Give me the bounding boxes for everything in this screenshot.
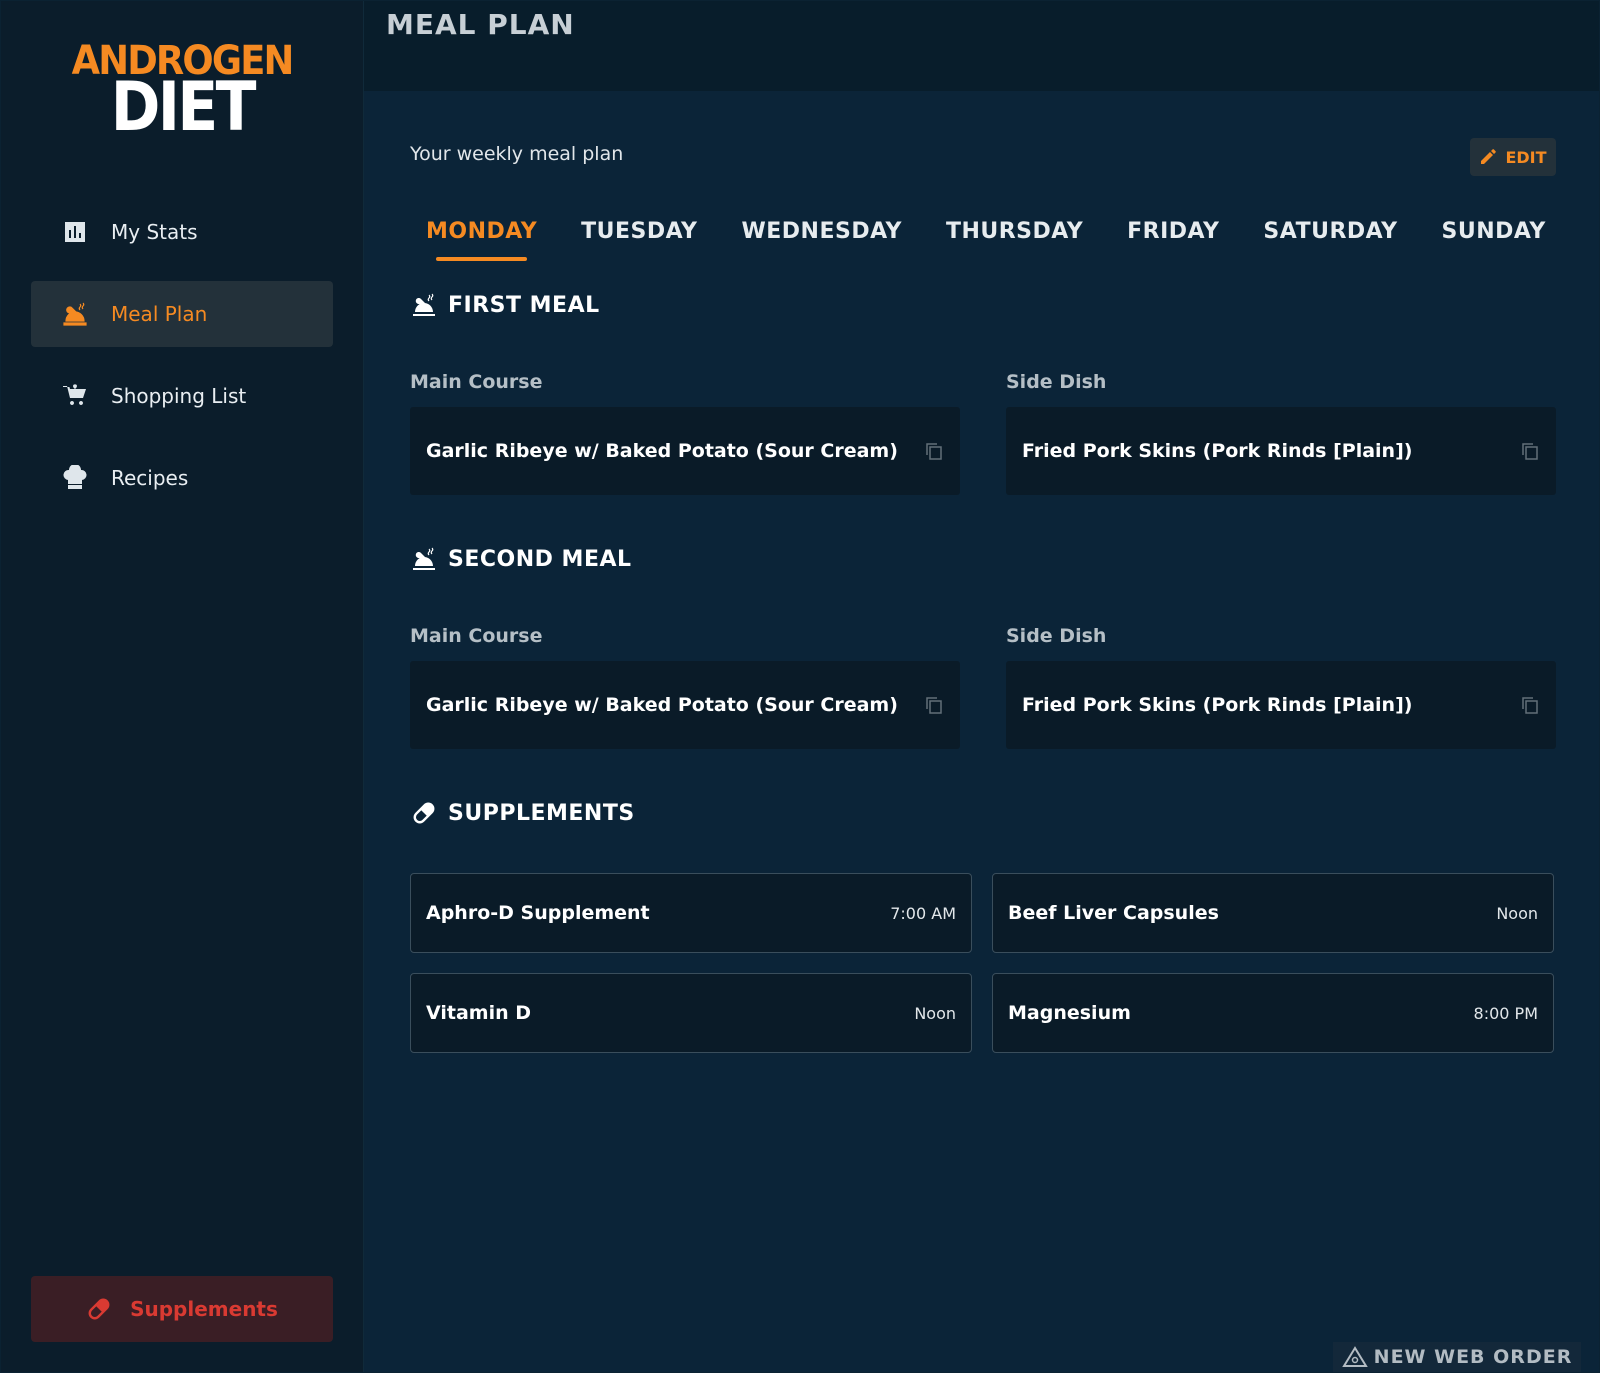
supplement-time: 8:00 PM (1473, 1003, 1538, 1023)
side-dish-name: Fried Pork Skins (Pork Rinds [Plain]) (1022, 694, 1413, 716)
main-course-box[interactable]: Garlic Ribeye w/ Baked Potato (Sour Crea… (410, 407, 960, 495)
sidebar-item-label: My Stats (111, 220, 198, 244)
section-title-label: SECOND MEAL (448, 546, 632, 572)
tab-friday[interactable]: FRIDAY (1127, 211, 1219, 281)
supplement-name: Aphro-D Supplement (426, 902, 650, 924)
section-title: FIRST MEAL (410, 291, 1556, 319)
tab-tuesday[interactable]: TUESDAY (581, 211, 697, 281)
supplements-button-label: Supplements (130, 1297, 278, 1321)
first-meal-section: FIRST MEAL Main Course Garlic Ribeye w/ … (410, 291, 1556, 495)
tab-wednesday[interactable]: WEDNESDAY (741, 211, 901, 281)
chart-icon (61, 218, 89, 246)
pill-icon (88, 1298, 110, 1320)
supplement-name: Magnesium (1008, 1002, 1131, 1024)
watermark: NEW WEB ORDER (1333, 1342, 1581, 1372)
section-title-label: FIRST MEAL (448, 292, 600, 318)
supplement-card[interactable]: Vitamin D Noon (410, 973, 972, 1053)
side-dish-label: Side Dish (1006, 371, 1107, 393)
side-dish-box[interactable]: Fried Pork Skins (Pork Rinds [Plain]) (1006, 407, 1556, 495)
copy-icon[interactable] (1520, 441, 1540, 461)
page-header: MEAL PLAN (364, 1, 1599, 91)
sidebar-item-meal-plan[interactable]: Meal Plan (31, 281, 333, 347)
copy-icon[interactable] (1520, 695, 1540, 715)
sidebar-item-label: Meal Plan (111, 302, 208, 326)
edit-button-label: EDIT (1505, 147, 1547, 167)
main-course-column: Main Course Garlic Ribeye w/ Baked Potat… (410, 625, 960, 749)
meal-grid: Main Course Garlic Ribeye w/ Baked Potat… (410, 371, 1556, 495)
side-dish-box[interactable]: Fried Pork Skins (Pork Rinds [Plain]) (1006, 661, 1556, 749)
side-dish-label: Side Dish (1006, 625, 1107, 647)
side-dish-column: Side Dish Fried Pork Skins (Pork Rinds [… (1006, 371, 1556, 495)
meal-plan-panel: Your weekly meal plan EDIT MONDAY TUESDA… (410, 91, 1556, 1053)
main-course-label: Main Course (410, 371, 543, 393)
logo-line-2: DIET (110, 68, 257, 147)
copy-icon[interactable] (924, 441, 944, 461)
meal-grid: Main Course Garlic Ribeye w/ Baked Potat… (410, 625, 1556, 749)
plan-subtitle: Your weekly meal plan (410, 143, 624, 165)
edit-button[interactable]: EDIT (1470, 138, 1556, 176)
sidebar-nav: My Stats Meal Plan Shopping List Recipes (31, 199, 333, 527)
sidebar-item-my-stats[interactable]: My Stats (31, 199, 333, 265)
sidebar-item-recipes[interactable]: Recipes (31, 445, 333, 511)
page-title: MEAL PLAN (386, 7, 575, 41)
sidebar-item-label: Shopping List (111, 384, 247, 408)
supplement-time: Noon (914, 1003, 956, 1023)
side-dish-name: Fried Pork Skins (Pork Rinds [Plain]) (1022, 440, 1413, 462)
triangle-logo-icon (1341, 1346, 1368, 1367)
cart-icon (61, 382, 89, 410)
pencil-icon (1481, 149, 1497, 164)
brand-logo[interactable]: ANDROGEN DIET (1, 41, 364, 147)
day-tabs: MONDAY TUESDAY WEDNESDAY THURSDAY FRIDAY… (426, 211, 1556, 281)
tab-monday[interactable]: MONDAY (426, 211, 537, 281)
turkey-icon (410, 545, 438, 573)
turkey-icon (61, 300, 89, 328)
supplement-name: Beef Liver Capsules (1008, 902, 1219, 924)
supplement-time: 7:00 AM (890, 903, 956, 923)
turkey-icon (410, 291, 438, 319)
supplement-card[interactable]: Magnesium 8:00 PM (992, 973, 1554, 1053)
tab-saturday[interactable]: SATURDAY (1263, 211, 1397, 281)
watermark-text: NEW WEB ORDER (1373, 1346, 1573, 1368)
side-dish-column: Side Dish Fried Pork Skins (Pork Rinds [… (1006, 625, 1556, 749)
app-window: ANDROGEN DIET My Stats Meal Plan Shoppin… (1, 1, 1599, 1372)
section-title-label: SUPPLEMENTS (448, 800, 635, 826)
section-title: SUPPLEMENTS (410, 799, 1556, 827)
supplements-button[interactable]: Supplements (31, 1276, 333, 1342)
section-title: SECOND MEAL (410, 545, 1556, 573)
copy-icon[interactable] (924, 695, 944, 715)
tab-sunday[interactable]: SUNDAY (1442, 211, 1546, 281)
sidebar: ANDROGEN DIET My Stats Meal Plan Shoppin… (1, 1, 364, 1372)
main-content: MEAL PLAN Your weekly meal plan EDIT MON… (364, 1, 1599, 1372)
main-course-name: Garlic Ribeye w/ Baked Potato (Sour Crea… (426, 440, 898, 462)
chef-hat-icon (61, 464, 89, 492)
second-meal-section: SECOND MEAL Main Course Garlic Ribeye w/… (410, 545, 1556, 749)
main-course-column: Main Course Garlic Ribeye w/ Baked Potat… (410, 371, 960, 495)
pill-icon (410, 799, 438, 827)
supplement-card[interactable]: Beef Liver Capsules Noon (992, 873, 1554, 953)
subtitle-row: Your weekly meal plan EDIT (410, 91, 1556, 211)
supplement-time: Noon (1496, 903, 1538, 923)
sidebar-item-shopping-list[interactable]: Shopping List (31, 363, 333, 429)
supplements-grid: Aphro-D Supplement 7:00 AM Beef Liver Ca… (410, 873, 1556, 1053)
supplement-name: Vitamin D (426, 1002, 532, 1024)
supplements-section: SUPPLEMENTS Aphro-D Supplement 7:00 AM B… (410, 799, 1556, 1053)
supplement-card[interactable]: Aphro-D Supplement 7:00 AM (410, 873, 972, 953)
main-course-box[interactable]: Garlic Ribeye w/ Baked Potato (Sour Crea… (410, 661, 960, 749)
tab-thursday[interactable]: THURSDAY (946, 211, 1083, 281)
main-course-label: Main Course (410, 625, 543, 647)
main-course-name: Garlic Ribeye w/ Baked Potato (Sour Crea… (426, 694, 898, 716)
sidebar-item-label: Recipes (111, 466, 189, 490)
